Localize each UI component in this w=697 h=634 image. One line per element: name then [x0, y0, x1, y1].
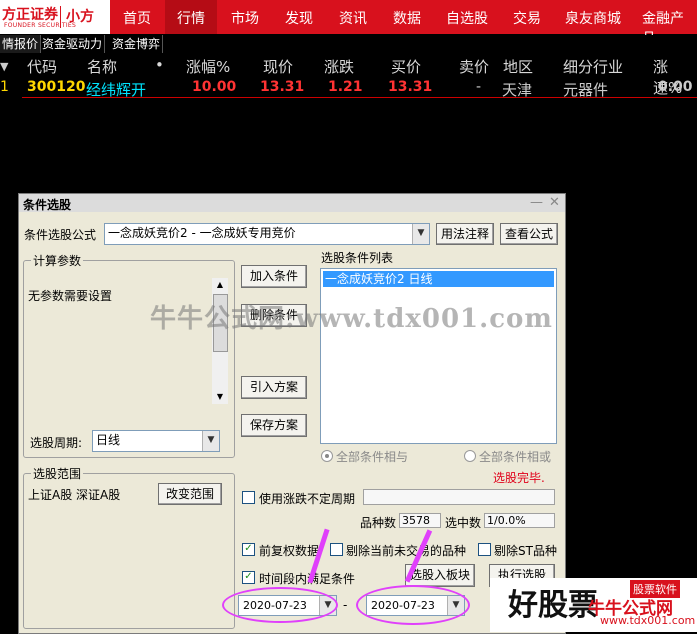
scope-value: 上证A股 深证A股: [28, 488, 121, 502]
time-range-checkbox[interactable]: ✓: [242, 571, 255, 584]
use-period-label: 使用涨跌不定周期: [259, 492, 356, 506]
col-change-pct[interactable]: 涨幅%: [186, 56, 230, 77]
col-region[interactable]: 地区: [503, 56, 533, 77]
condition-list-item[interactable]: 一念成妖竞价2 日线: [323, 271, 554, 287]
minimize-icon[interactable]: —: [530, 195, 543, 210]
exclude-st-checkbox[interactable]: [478, 543, 491, 556]
status-text: 选股完毕.: [493, 471, 545, 485]
time-range-label: 时间段内满足条件: [259, 572, 356, 586]
nav-news[interactable]: 资讯: [339, 8, 367, 28]
watermark-box: 好股票 股票软件 牛牛公式网 www.tdx001.com: [490, 578, 697, 632]
cell-change: 1.21: [328, 79, 363, 95]
condition-list-label: 选股条件列表: [321, 251, 394, 265]
period-field[interactable]: [363, 489, 555, 505]
sort-arrow-icon[interactable]: ▼: [0, 60, 8, 73]
chevron-down-icon[interactable]: ▼: [412, 224, 429, 244]
watermark-text: 牛牛公式网:www.tdx001.com: [150, 304, 553, 334]
close-icon[interactable]: ✕: [549, 195, 560, 210]
tab-capital-driver[interactable]: 资金驱动力: [40, 35, 106, 53]
formula-label: 条件选股公式: [24, 228, 97, 242]
tab-quote[interactable]: 情报价: [0, 35, 42, 53]
period-select[interactable]: 日线 ▼: [92, 430, 220, 452]
app-logo: 方正证券 FOUNDER SECURITIES 小方: [0, 0, 110, 34]
scope-title: 选股范围: [31, 465, 84, 482]
watermark-big: 好股票: [508, 588, 598, 623]
count-label: 品种数: [360, 516, 397, 530]
no-params-text: 无参数需要设置: [28, 289, 113, 303]
col-code[interactable]: 代码: [27, 56, 57, 77]
dialog-titlebar[interactable]: 条件选股 — ✕: [19, 194, 565, 212]
hit-label: 选中数: [445, 516, 482, 530]
sub-tabs: 情报价 资金驱动力 资金博弈: [0, 35, 697, 54]
radio-or[interactable]: [464, 450, 476, 462]
cell-price: 13.31: [260, 79, 305, 95]
highlight-ellipse-to: [356, 585, 470, 625]
radio-and[interactable]: [321, 450, 333, 462]
calc-params-title: 计算参数: [31, 252, 84, 269]
cell-speed: 0.00: [658, 79, 693, 95]
hit-field: 1/0.0%: [484, 513, 555, 528]
cell-code[interactable]: 300120: [27, 79, 85, 95]
cell-bid: 13.31: [388, 79, 433, 95]
save-plan-button[interactable]: 保存方案: [241, 414, 307, 437]
condition-listbox[interactable]: 一念成妖竞价2 日线: [320, 268, 557, 444]
date-dash: -: [343, 598, 348, 612]
use-period-checkbox[interactable]: [242, 491, 255, 504]
col-name[interactable]: 名称: [87, 56, 117, 77]
nav-data[interactable]: 数据: [393, 8, 421, 28]
highlight-ellipse-from: [222, 587, 338, 623]
nav-market-quotes[interactable]: 行情: [177, 8, 205, 28]
watermark-url: www.tdx001.com: [600, 614, 696, 627]
radio-and-label: 全部条件相与: [336, 450, 409, 464]
cell-ask: -: [476, 79, 482, 95]
cell-change-pct: 10.00: [192, 79, 237, 95]
change-scope-button[interactable]: 改变范围: [158, 483, 222, 505]
tab-capital-game[interactable]: 资金博弈: [110, 35, 164, 53]
nav-discover[interactable]: 发现: [285, 8, 313, 28]
top-nav-bar: 方正证券 FOUNDER SECURITIES 小方 首页 行情 市场 发现 资…: [0, 0, 697, 47]
logo-divider: [60, 6, 61, 28]
scroll-down-icon[interactable]: ▼: [212, 390, 228, 404]
col-change[interactable]: 涨跌: [324, 56, 354, 77]
period-label: 选股周期:: [30, 436, 83, 450]
row-divider: [22, 97, 697, 98]
import-plan-button[interactable]: 引入方案: [241, 376, 307, 399]
nav-watchlist[interactable]: 自选股: [446, 8, 488, 28]
radio-or-label: 全部条件相或: [479, 450, 552, 464]
usage-notes-button[interactable]: 用法注释: [436, 223, 494, 245]
period-value: 日线: [96, 433, 121, 447]
dialog-title: 条件选股: [23, 198, 72, 212]
chevron-down-icon[interactable]: ▼: [202, 431, 219, 451]
nav-market[interactable]: 市场: [231, 8, 259, 28]
add-condition-button[interactable]: 加入条件: [241, 265, 307, 288]
formula-select[interactable]: 一念成妖竞价2 - 一念成妖专用竞价 ▼: [104, 223, 430, 245]
nav-home[interactable]: 首页: [123, 8, 151, 28]
count-field: 3578: [399, 513, 441, 528]
formula-value: 一念成妖竞价2 - 一念成妖专用竞价: [108, 226, 296, 240]
row-index: 1: [0, 79, 9, 95]
condition-stock-picker-dialog: 条件选股 — ✕ 条件选股公式 一念成妖竞价2 - 一念成妖专用竞价 ▼ 用法注…: [18, 193, 566, 634]
exclude-suspended-label: 剔除当前未交易的品种: [346, 544, 467, 558]
col-dot: •: [155, 56, 164, 74]
col-ask[interactable]: 卖价: [459, 56, 489, 77]
view-formula-button[interactable]: 查看公式: [500, 223, 558, 245]
pre-adjust-checkbox[interactable]: ✓: [242, 543, 255, 556]
col-price[interactable]: 现价: [263, 56, 293, 77]
nav-mall[interactable]: 泉友商城: [565, 8, 621, 28]
exclude-st-label: 剔除ST品种: [494, 544, 557, 558]
logo-small: 小方: [66, 9, 94, 25]
nav-trade[interactable]: 交易: [513, 8, 541, 28]
scroll-up-icon[interactable]: ▲: [212, 278, 228, 292]
pre-adjust-label: 前复权数据: [259, 544, 320, 558]
col-industry[interactable]: 细分行业: [563, 56, 623, 77]
params-scrollbar[interactable]: ▲ ▼: [212, 278, 228, 404]
logo-brand: 方正证券: [2, 7, 58, 23]
exclude-suspended-checkbox[interactable]: [330, 543, 343, 556]
col-bid[interactable]: 买价: [391, 56, 421, 77]
